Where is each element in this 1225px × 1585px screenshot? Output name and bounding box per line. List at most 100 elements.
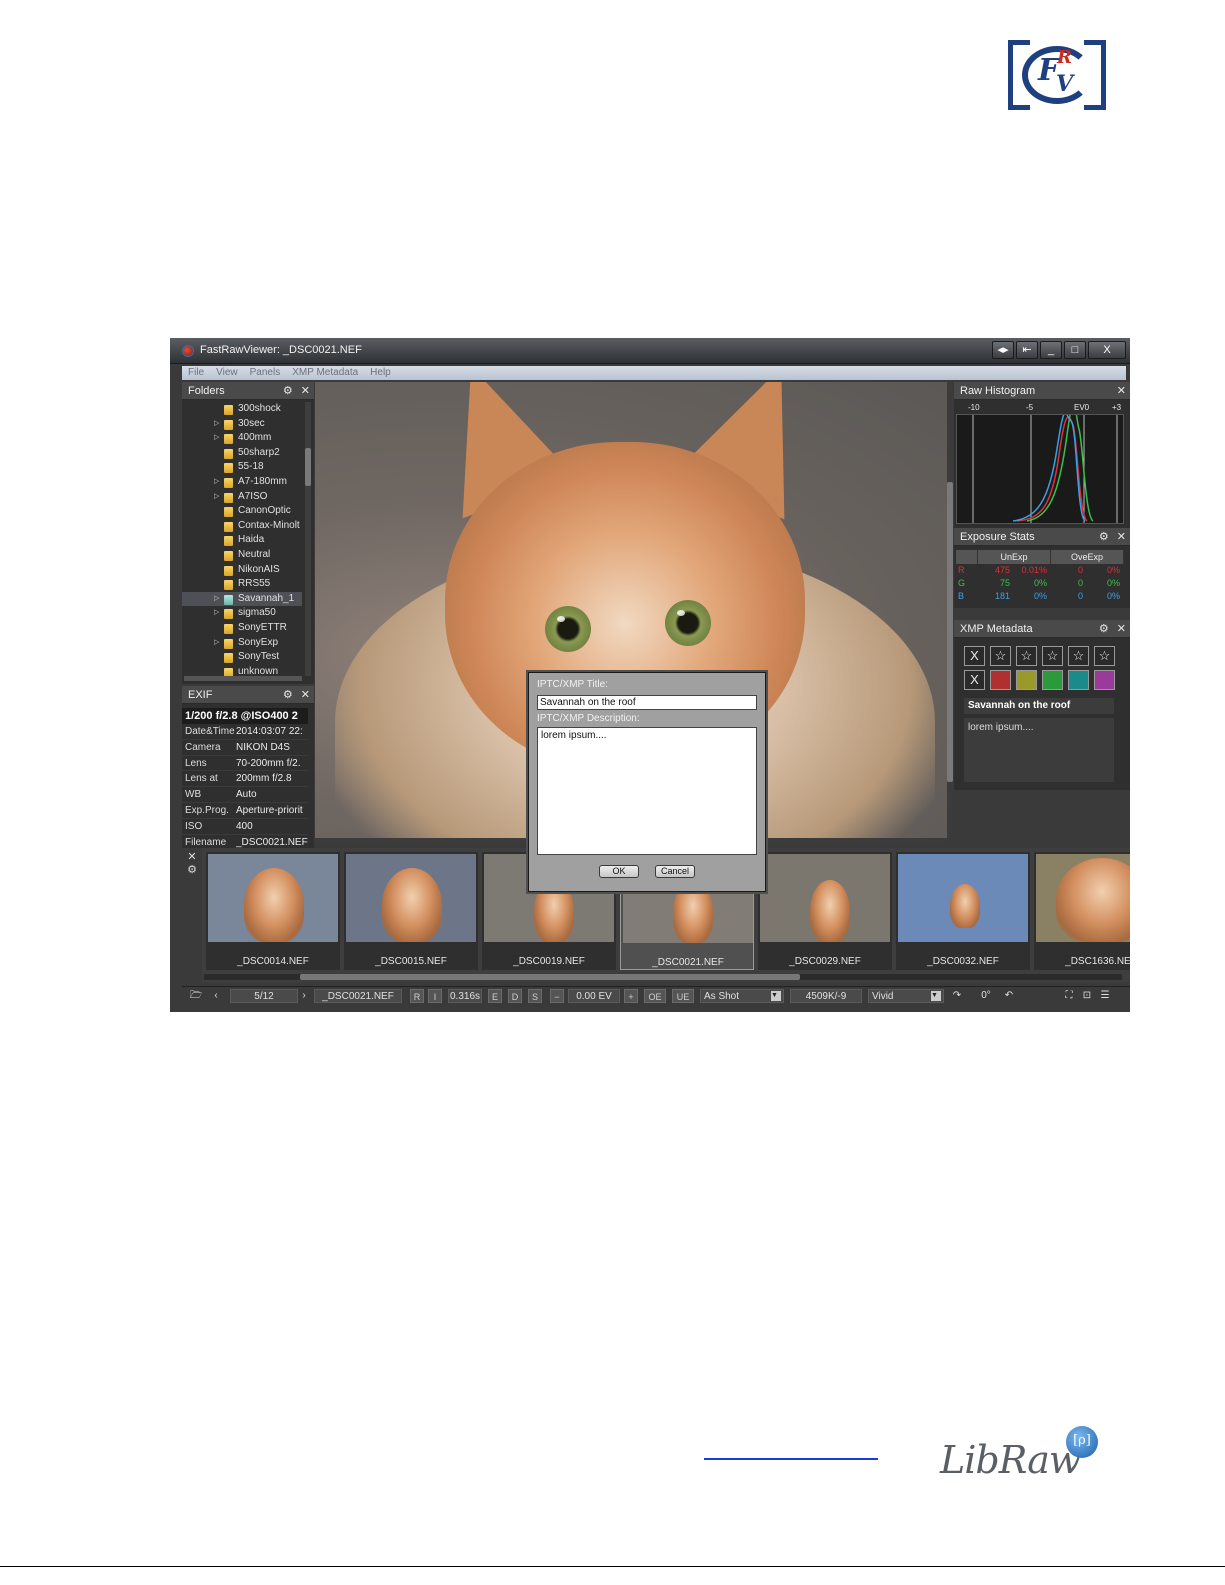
folder-item[interactable]: Neutral [182, 548, 310, 563]
folder-item[interactable]: ▷ sigma50 [182, 606, 310, 621]
color-label-button[interactable] [990, 670, 1011, 690]
close-icon[interactable]: ✕ [182, 850, 202, 863]
reject-button[interactable]: X [964, 646, 985, 666]
filmstrip-thumbnail[interactable]: _DSC0032.NEF [896, 852, 1030, 970]
gear-icon[interactable]: ⚙ [283, 382, 293, 400]
star-icon[interactable]: ☆ [1042, 646, 1063, 666]
gear-icon[interactable]: ⚙ [182, 863, 202, 876]
folder-item[interactable]: Haida [182, 533, 310, 548]
star-icon[interactable]: ☆ [1016, 646, 1037, 666]
filmstrip-thumbnail[interactable]: _DSC0029.NEF [758, 852, 892, 970]
close-icon[interactable]: ✕ [301, 686, 310, 704]
folder-item[interactable]: SonyETTR [182, 621, 310, 636]
close-button[interactable]: X [1088, 341, 1126, 359]
folder-item[interactable]: NikonAIS [182, 563, 310, 578]
title-input[interactable]: Savannah on the roof [537, 695, 757, 710]
white-balance-value: As Shot [704, 991, 740, 1002]
i-button[interactable]: I [428, 989, 442, 1003]
menu-view[interactable]: View [216, 366, 238, 380]
folders-scrollbar[interactable] [305, 402, 311, 676]
histogram-title: Raw Histogram [960, 385, 1036, 397]
expand-arrow-icon[interactable]: ▷ [214, 636, 219, 651]
expand-arrow-icon[interactable]: ▷ [214, 475, 219, 490]
ev-minus-button[interactable]: − [550, 989, 564, 1003]
color-label-button[interactable] [1042, 670, 1063, 690]
star-icon[interactable]: ☆ [1094, 646, 1115, 666]
next-arrow-icon[interactable]: › [298, 989, 310, 1003]
folders-scroll-thumb[interactable] [305, 448, 311, 486]
filmstrip-scrollbar[interactable] [204, 974, 1122, 980]
folder-item[interactable]: ▷ 30sec [182, 417, 310, 432]
filmstrip-thumbnail[interactable]: _DSC0014.NEF [206, 852, 340, 970]
folder-item[interactable]: RRS55 [182, 577, 310, 592]
expand-arrow-icon[interactable]: ▷ [214, 592, 219, 607]
d-button[interactable]: D [508, 989, 522, 1003]
folder-item[interactable]: 55-18 [182, 460, 310, 475]
menu-panels[interactable]: Panels [250, 366, 281, 380]
image-vscrollbar[interactable] [947, 382, 953, 838]
r-button[interactable]: R [410, 989, 424, 1003]
filmstrip-scroll-thumb[interactable] [300, 974, 800, 980]
close-icon[interactable]: ✕ [1117, 382, 1126, 400]
folder-item[interactable]: 50sharp2 [182, 446, 310, 461]
xmp-description-value[interactable]: lorem ipsum.... [964, 718, 1114, 782]
s-button[interactable]: S [528, 989, 542, 1003]
folder-item[interactable]: CanonOptic [182, 504, 310, 519]
folder-item[interactable]: ▷ A7-180mm [182, 475, 310, 490]
description-textarea[interactable]: lorem ipsum.... [537, 727, 757, 855]
e-button[interactable]: E [488, 989, 502, 1003]
menu-file[interactable]: File [188, 366, 204, 380]
folder-item[interactable]: 300shock [182, 402, 310, 417]
rotate-right-icon[interactable]: ↷ [950, 989, 964, 1003]
star-icon[interactable]: ☆ [1068, 646, 1089, 666]
prev-arrow-icon[interactable]: ‹ [210, 989, 222, 1003]
footer-link-underline[interactable] [704, 1458, 878, 1460]
expand-arrow-icon[interactable]: ▷ [214, 417, 219, 432]
expand-arrow-icon[interactable]: ▷ [214, 490, 219, 505]
folder-icon [224, 550, 233, 561]
ue-button[interactable]: UE [672, 989, 694, 1003]
arrows-button[interactable]: ◂▸ [992, 341, 1014, 359]
oe-button[interactable]: OE [644, 989, 666, 1003]
filmstrip-thumbnail[interactable]: _DSC0015.NEF [344, 852, 478, 970]
color-label-button[interactable] [1068, 670, 1089, 690]
folders-hscrollbar[interactable] [184, 676, 302, 681]
close-icon[interactable]: ✕ [1117, 528, 1126, 546]
rotate-left-icon[interactable]: ↶ [1002, 989, 1016, 1003]
expand-arrow-icon[interactable]: ▷ [214, 606, 219, 621]
exit-fullscreen-button[interactable]: ⇤ [1016, 341, 1038, 359]
folder-item[interactable]: SonyTest [182, 650, 310, 665]
folder-item[interactable]: ▷ 400mm [182, 431, 310, 446]
filmstrip-thumbnail[interactable]: _DSC1636.NEF [1034, 852, 1130, 970]
fullscreen-icon[interactable]: ⛶ [1062, 989, 1076, 1003]
close-icon[interactable]: ✕ [301, 382, 310, 400]
gear-icon[interactable]: ⚙ [1099, 620, 1109, 638]
minimize-button[interactable]: _ [1040, 341, 1062, 359]
cancel-button[interactable]: Cancel [655, 865, 695, 878]
picture-style-select[interactable]: Vivid ▼ [868, 989, 944, 1003]
folder-item[interactable]: ▷ SonyExp [182, 636, 310, 651]
folder-item[interactable]: ▷ A7ISO [182, 490, 310, 505]
color-label-button[interactable] [1016, 670, 1037, 690]
image-vscroll-thumb[interactable] [947, 482, 953, 782]
color-label-button[interactable] [1094, 670, 1115, 690]
maximize-button[interactable]: □ [1064, 341, 1086, 359]
white-balance-select[interactable]: As Shot ▼ [700, 989, 784, 1003]
expand-arrow-icon[interactable]: ▷ [214, 431, 219, 446]
star-icon[interactable]: ☆ [990, 646, 1011, 666]
gear-icon[interactable]: ⚙ [283, 686, 293, 704]
close-icon[interactable]: ✕ [1117, 620, 1126, 638]
folder-item[interactable]: Contax-Minolt [182, 519, 310, 534]
xmp-title-value[interactable]: Savannah on the roof [964, 698, 1114, 714]
menu-xmp-metadata[interactable]: XMP Metadata [292, 366, 358, 380]
open-folder-icon[interactable]: 🗁 [188, 989, 204, 1003]
menu-icon[interactable]: ☰ [1098, 989, 1112, 1003]
menu-help[interactable]: Help [370, 366, 391, 380]
ok-button[interactable]: OK [599, 865, 639, 878]
gear-icon[interactable]: ⚙ [1099, 528, 1109, 546]
clear-color-button[interactable]: X [964, 670, 985, 690]
folder-item[interactable]: ▷ Savannah_1 [182, 591, 302, 607]
fit-icon[interactable]: ⊡ [1080, 989, 1094, 1003]
exposure-table-rows: R 475 0.01% 0 0% G 75 0% 0 0% B 181 0% 0 0% [956, 564, 1124, 603]
ev-plus-button[interactable]: + [624, 989, 638, 1003]
